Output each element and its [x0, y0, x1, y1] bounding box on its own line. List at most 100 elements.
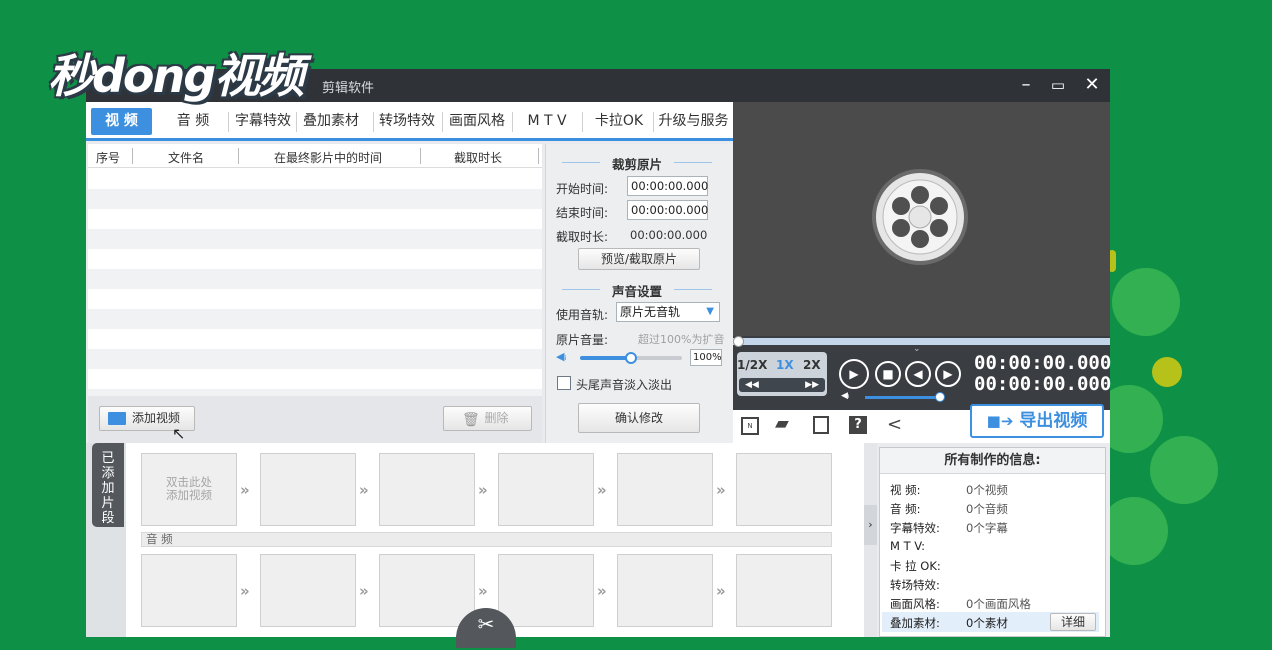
speed-half[interactable]: 1/2X — [737, 358, 767, 372]
volume-slider-handle[interactable] — [625, 352, 637, 364]
volume-percent[interactable]: 100% — [690, 349, 722, 366]
fade-label: 头尾声音淡入淡出 — [576, 378, 673, 392]
track-select[interactable]: 原片无音轨 ▼ — [616, 302, 720, 322]
audio-slot[interactable] — [498, 554, 594, 627]
side-tab-char: 加 — [101, 481, 115, 496]
tab-separator — [373, 112, 374, 132]
video-slot[interactable]: 双击此处 添加视频 — [141, 453, 237, 526]
next-frame-button[interactable]: ▶ — [935, 361, 961, 387]
info-overlay-label: 叠加素材: — [890, 616, 940, 630]
column-separator — [132, 148, 133, 164]
table-row[interactable] — [88, 389, 542, 396]
open-folder-icon[interactable]: ▰ — [775, 413, 789, 434]
file-actions-bar: 添加视频 ↖ 🗑 删除 — [88, 396, 542, 443]
info-video-value: 0个视频 — [966, 483, 1008, 497]
cursor-pointer-icon: ↖ — [172, 424, 186, 443]
duration-label: 截取时长: — [556, 230, 609, 244]
tab-separator — [512, 112, 513, 132]
double-chevron-right-icon: » — [716, 582, 726, 600]
info-mtv-label: M T V: — [890, 539, 926, 553]
fade-checkbox[interactable] — [557, 376, 571, 390]
maximize-button[interactable]: ▭ — [1044, 73, 1072, 97]
tab-video[interactable]: 视 频 — [91, 108, 152, 135]
end-time-input[interactable]: 00:00:00.000 — [627, 200, 708, 220]
tab-subtitle-effects[interactable]: 字幕特效 — [232, 108, 294, 135]
audio-slot[interactable] — [379, 554, 475, 627]
help-icon[interactable]: ? — [849, 416, 867, 434]
export-video-button[interactable]: ■➔ 导出视频 — [970, 404, 1104, 438]
table-row[interactable] — [88, 309, 542, 329]
speed-double[interactable]: 2X — [803, 358, 821, 372]
start-time-label: 开始时间: — [556, 182, 609, 196]
info-style-label: 画面风格: — [890, 597, 940, 611]
speed-normal[interactable]: 1X — [776, 358, 794, 372]
video-slot[interactable] — [498, 453, 594, 526]
progress-bar[interactable] — [733, 336, 1110, 347]
video-preview — [733, 102, 1110, 336]
tab-mtv[interactable]: M T V — [518, 108, 576, 135]
tab-transition[interactable]: 转场特效 — [376, 108, 438, 135]
watermark-logo: 秒dong视频 — [48, 49, 304, 103]
preview-clip-button[interactable]: 预览/截取原片 — [578, 248, 700, 270]
film-reel-icon — [872, 169, 968, 265]
table-row[interactable] — [88, 269, 542, 289]
details-button[interactable]: 详细 — [1050, 613, 1096, 631]
side-tab-char: 添 — [101, 466, 115, 481]
side-tab-char: 已 — [101, 451, 115, 466]
save-icon[interactable] — [813, 416, 829, 434]
share-icon[interactable]: < — [887, 414, 902, 435]
decorative-circle — [1112, 268, 1180, 336]
progress-handle[interactable] — [733, 336, 744, 347]
expand-chevron-icon[interactable]: › — [864, 505, 877, 545]
start-time-input[interactable]: 00:00:00.000 — [627, 176, 708, 196]
chevron-down-icon: ▼ — [706, 306, 714, 317]
minimize-button[interactable]: – — [1012, 73, 1040, 97]
table-row[interactable] — [88, 229, 542, 249]
column-separator — [238, 148, 239, 164]
export-video-label: 导出视频 — [1019, 411, 1088, 431]
added-clips-tab[interactable]: 已 添 加 片 段 — [92, 443, 124, 527]
column-filename: 文件名 — [168, 151, 205, 165]
tab-audio[interactable]: 音 频 — [162, 108, 224, 135]
speed-selector: 1/2X 1X 2X ◀◀ ▶▶ — [737, 352, 827, 396]
column-time-in-movie: 在最终影片中的时间 — [274, 151, 383, 165]
double-chevron-right-icon: » — [597, 582, 607, 600]
tab-style[interactable]: 画面风格 — [446, 108, 508, 135]
video-slot[interactable] — [736, 453, 832, 526]
new-project-icon[interactable]: N — [741, 417, 759, 435]
audio-slot[interactable] — [260, 554, 356, 627]
side-tab-char: 段 — [101, 511, 115, 526]
speed-slider[interactable]: ◀◀ ▶▶ — [739, 378, 825, 392]
section-line — [674, 289, 712, 290]
delete-button[interactable]: 🗑 删除 — [443, 406, 532, 431]
tab-karaoke[interactable]: 卡拉OK — [588, 108, 650, 135]
audio-slot[interactable] — [617, 554, 713, 627]
audio-slot[interactable] — [141, 554, 237, 627]
previous-frame-button[interactable]: ◀ — [905, 361, 931, 387]
clip-settings-panel: 裁剪原片 开始时间: 00:00:00.000 结束时间: 00:00:00.0… — [545, 144, 733, 443]
volume-slider[interactable] — [580, 352, 682, 364]
table-header: 序号 文件名 在最终影片中的时间 截取时长 — [88, 144, 542, 168]
info-transition-label: 转场特效: — [890, 578, 940, 592]
play-button[interactable]: ▶ — [839, 359, 869, 389]
track-select-value: 原片无音轨 — [620, 305, 681, 319]
video-slot[interactable] — [617, 453, 713, 526]
table-row[interactable] — [88, 349, 542, 369]
confirm-changes-button[interactable]: 确认修改 — [578, 403, 700, 433]
tab-overlay[interactable]: 叠加素材 — [300, 108, 362, 135]
close-button[interactable]: ✕ — [1078, 73, 1106, 97]
player-volume-handle[interactable] — [935, 392, 945, 402]
table-row[interactable] — [88, 189, 542, 209]
volume-label: 原片音量: — [556, 333, 609, 347]
slot-hint: 添加视频 — [166, 488, 212, 502]
double-chevron-right-icon: » — [359, 481, 369, 499]
tab-separator — [582, 112, 583, 132]
stop-button[interactable]: ■ — [875, 361, 901, 387]
video-slot[interactable] — [379, 453, 475, 526]
player-volume-slider[interactable] — [865, 392, 945, 402]
audio-slot[interactable] — [736, 554, 832, 627]
export-icon: ■➔ — [986, 412, 1014, 430]
window-title: 剪辑软件 — [322, 81, 375, 96]
tab-upgrade[interactable]: 升级与服务 — [656, 108, 731, 135]
video-slot[interactable] — [260, 453, 356, 526]
